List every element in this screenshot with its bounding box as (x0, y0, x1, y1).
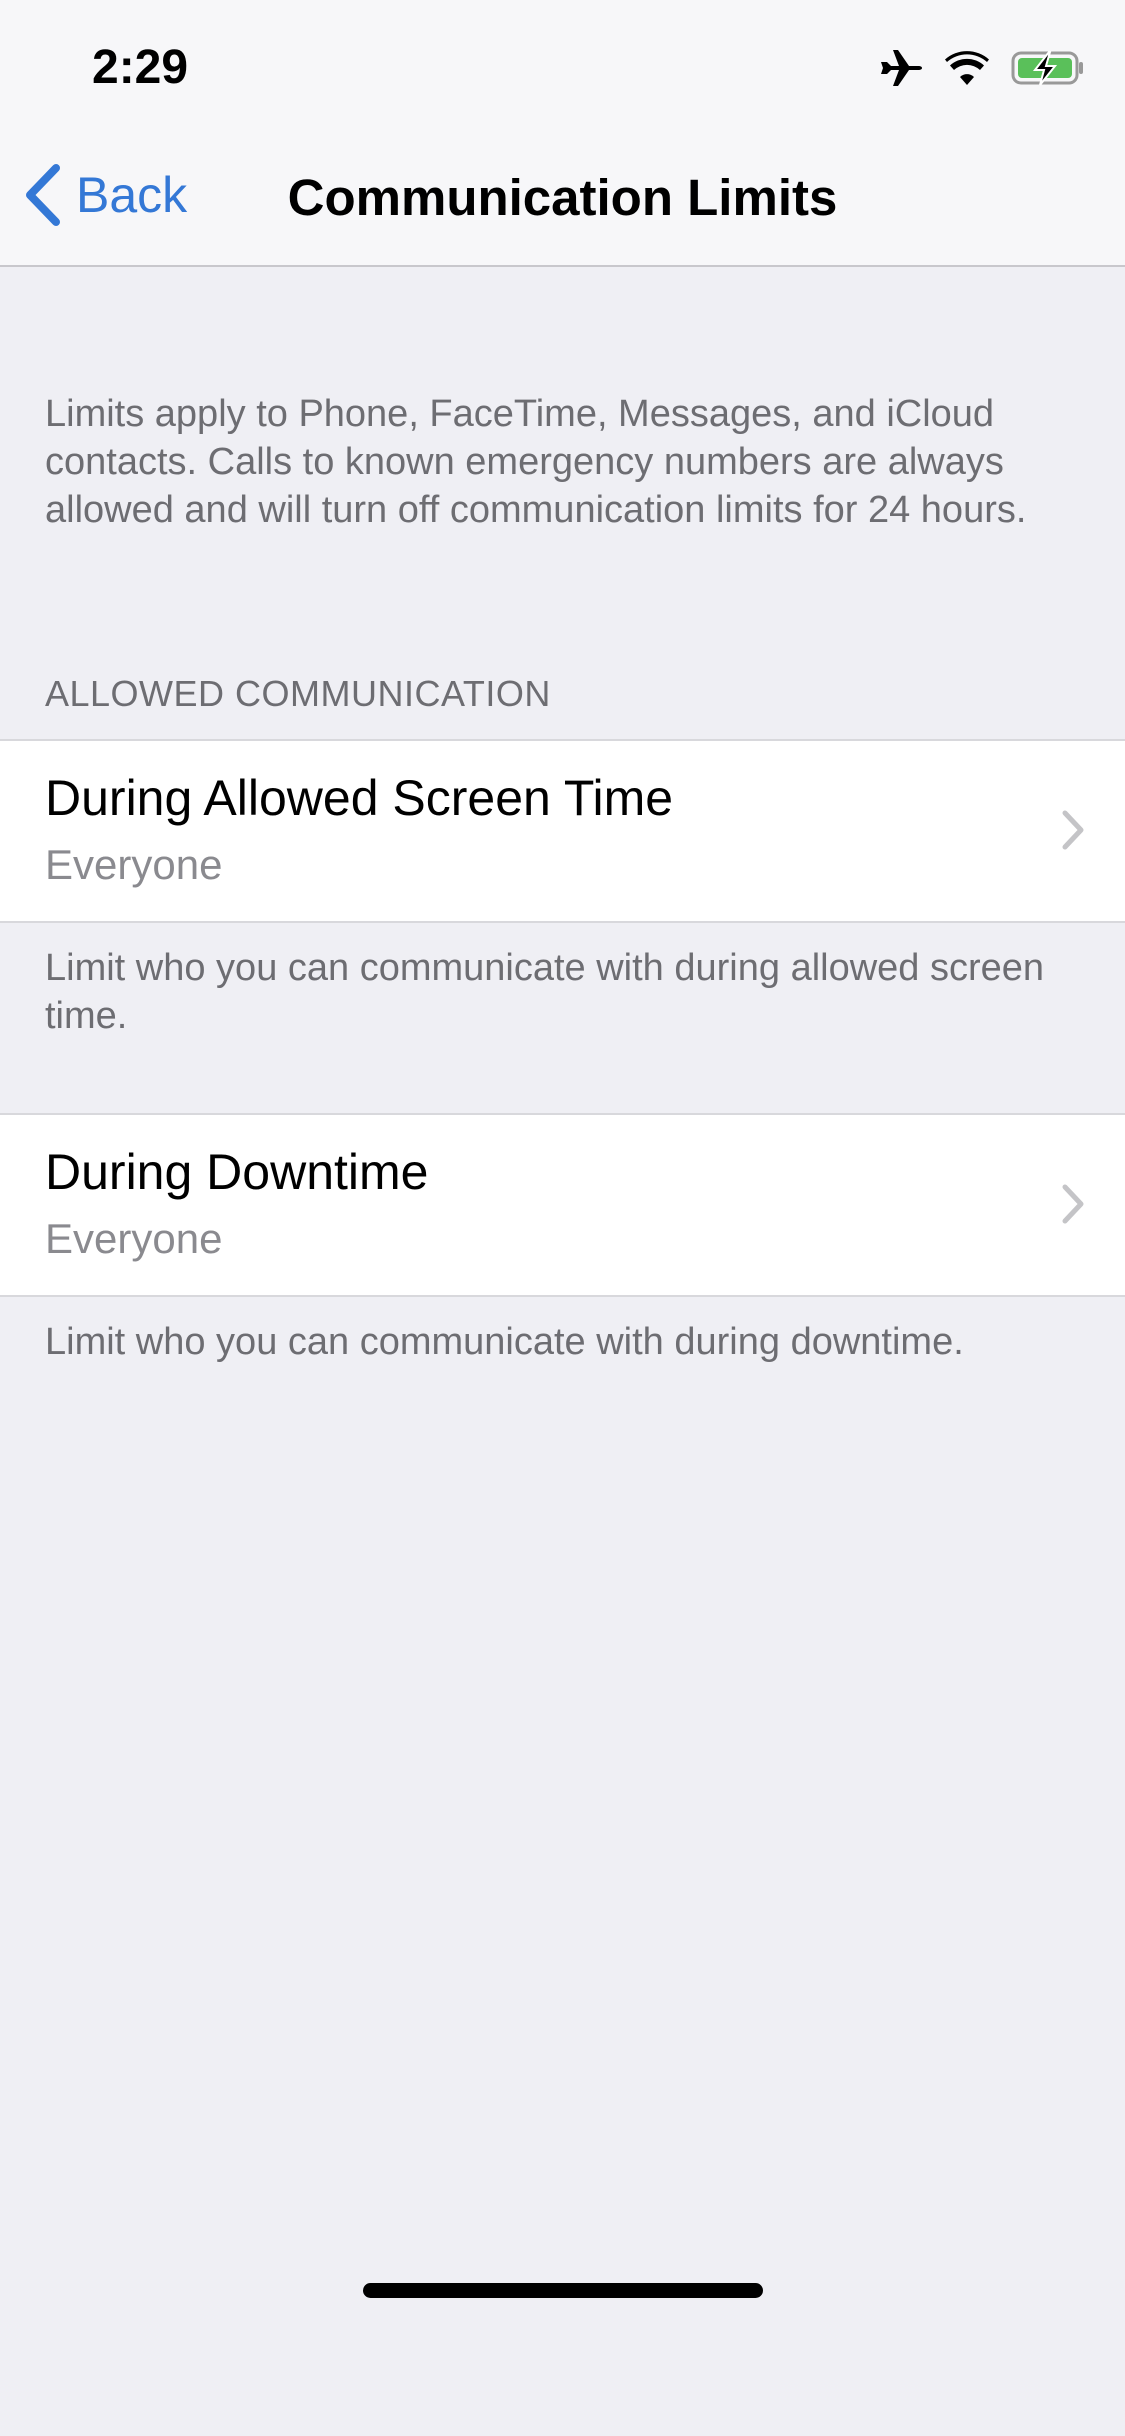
cell-during-downtime[interactable]: During Downtime Everyone (0, 1113, 1125, 1297)
navigation-bar: Back Communication Limits (0, 130, 1125, 267)
cell-title: During Downtime (45, 1144, 429, 1200)
chevron-right-icon (1062, 810, 1084, 850)
status-time: 2:29 (92, 41, 189, 94)
cell-footer: Limit who you can communicate with durin… (45, 1321, 964, 1363)
airplane-icon (881, 50, 922, 86)
cell-footer: Limit who you can communicate with durin… (45, 947, 1045, 1037)
home-indicator[interactable] (363, 2283, 763, 2298)
cell-value: Everyone (45, 1215, 223, 1262)
page-title: Communication Limits (287, 169, 838, 226)
cell-title: During Allowed Screen Time (45, 770, 674, 826)
cell-during-allowed-screen-time[interactable]: During Allowed Screen Time Everyone (0, 739, 1125, 923)
wifi-icon (945, 51, 989, 85)
cell-value: Everyone (45, 841, 223, 888)
section-header: ALLOWED COMMUNICATION (45, 673, 551, 714)
status-bar: 2:29 (0, 0, 1125, 130)
chevron-right-icon (1062, 1184, 1084, 1224)
description-text: Limits apply to Phone, FaceTime, Message… (45, 393, 1027, 531)
battery-charging-icon (1011, 51, 1083, 86)
